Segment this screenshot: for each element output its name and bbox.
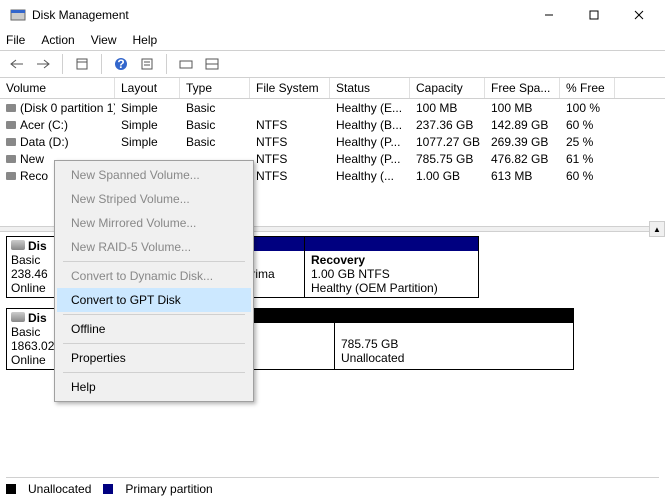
legend-label-unallocated: Unallocated xyxy=(28,482,91,496)
svg-text:?: ? xyxy=(117,57,124,71)
legend-swatch-unallocated xyxy=(6,484,16,494)
volume-icon xyxy=(6,138,16,146)
col-freespace[interactable]: Free Spa... xyxy=(485,78,560,98)
close-button[interactable] xyxy=(616,1,661,29)
col-capacity[interactable]: Capacity xyxy=(410,78,485,98)
menu-convert-gpt[interactable]: Convert to GPT Disk xyxy=(57,288,251,312)
legend: Unallocated Primary partition xyxy=(6,477,659,496)
toolbar-btn-3[interactable] xyxy=(175,53,197,75)
menu-new-striped[interactable]: New Striped Volume... xyxy=(57,187,251,211)
col-layout[interactable]: Layout xyxy=(115,78,180,98)
maximize-button[interactable] xyxy=(571,1,616,29)
disk-icon xyxy=(11,312,25,322)
menu-help[interactable]: Help xyxy=(133,33,158,47)
col-status[interactable]: Status xyxy=(330,78,410,98)
volume-icon xyxy=(6,172,16,180)
legend-swatch-primary xyxy=(103,484,113,494)
menubar: File Action View Help xyxy=(0,30,665,50)
legend-label-primary: Primary partition xyxy=(125,482,212,496)
volume-list-header: Volume Layout Type File System Status Ca… xyxy=(0,78,665,99)
back-button[interactable] xyxy=(6,53,28,75)
app-icon xyxy=(10,7,26,23)
volume-icon xyxy=(6,121,16,129)
volume-row[interactable]: (Disk 0 partition 1) Simple Basic Health… xyxy=(0,99,665,116)
menu-file[interactable]: File xyxy=(6,33,25,47)
forward-button[interactable] xyxy=(32,53,54,75)
menu-new-raid5[interactable]: New RAID-5 Volume... xyxy=(57,235,251,259)
volume-row[interactable]: Acer (C:) Simple Basic NTFS Healthy (B..… xyxy=(0,116,665,133)
menu-convert-dynamic[interactable]: Convert to Dynamic Disk... xyxy=(57,264,251,288)
menu-properties[interactable]: Properties xyxy=(57,346,251,370)
col-pctfree[interactable]: % Free xyxy=(560,78,615,98)
menu-new-spanned[interactable]: New Spanned Volume... xyxy=(57,163,251,187)
disk-icon xyxy=(11,240,25,250)
volume-icon xyxy=(6,155,16,163)
menu-new-mirrored[interactable]: New Mirrored Volume... xyxy=(57,211,251,235)
partition-box[interactable]: 785.75 GB Unallocated xyxy=(334,308,574,370)
col-volume[interactable]: Volume xyxy=(0,78,115,98)
menu-offline[interactable]: Offline xyxy=(57,317,251,341)
menu-view[interactable]: View xyxy=(91,33,117,47)
help-button[interactable]: ? xyxy=(110,53,132,75)
toolbar: ? xyxy=(0,50,665,78)
window-title: Disk Management xyxy=(32,8,526,22)
volume-icon xyxy=(6,104,16,112)
titlebar: Disk Management xyxy=(0,0,665,30)
toolbar-btn-4[interactable] xyxy=(201,53,223,75)
col-type[interactable]: Type xyxy=(180,78,250,98)
toolbar-btn-2[interactable] xyxy=(136,53,158,75)
menu-help[interactable]: Help xyxy=(57,375,251,399)
scroll-up-icon[interactable]: ▲ xyxy=(649,221,665,237)
partition-box[interactable]: Recovery 1.00 GB NTFS Healthy (OEM Parti… xyxy=(304,236,479,298)
minimize-button[interactable] xyxy=(526,1,571,29)
menu-action[interactable]: Action xyxy=(41,33,74,47)
context-menu: New Spanned Volume... New Striped Volume… xyxy=(54,160,254,402)
volume-row[interactable]: Data (D:) Simple Basic NTFS Healthy (P..… xyxy=(0,133,665,150)
toolbar-btn-1[interactable] xyxy=(71,53,93,75)
col-filesystem[interactable]: File System xyxy=(250,78,330,98)
